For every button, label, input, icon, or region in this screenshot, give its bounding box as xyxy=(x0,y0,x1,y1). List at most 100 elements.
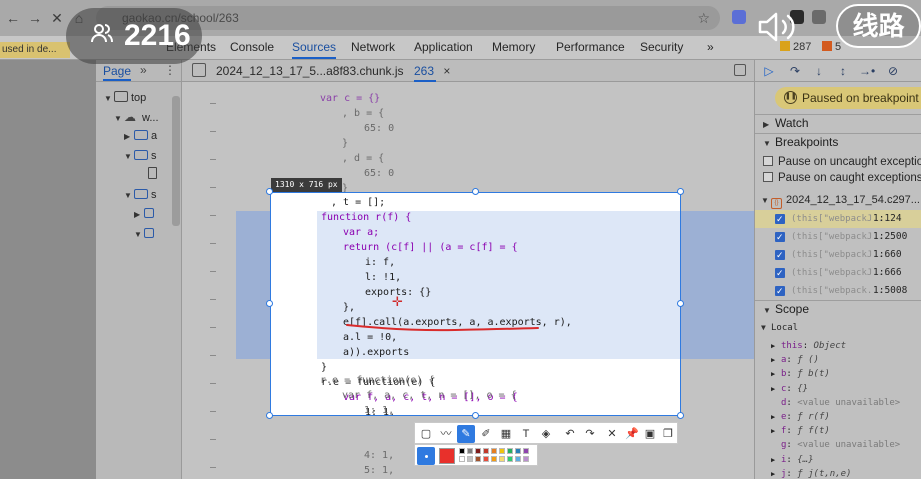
breakpoint-row[interactable]: (this["webpackJ...1:660 xyxy=(755,246,921,264)
editor-tab-chunk[interactable]: 2024_12_13_17_5...a8f83.chunk.js xyxy=(216,64,404,78)
resize-handle[interactable] xyxy=(266,412,273,419)
color-swatch[interactable] xyxy=(499,448,505,454)
extension-icon[interactable] xyxy=(732,10,746,24)
undo-icon[interactable]: ↶ xyxy=(561,425,579,443)
tab-console[interactable]: Console xyxy=(230,40,274,54)
breakpoint-checkbox[interactable] xyxy=(775,264,785,282)
tree-item-file[interactable] xyxy=(148,167,157,183)
scope-variable[interactable]: ▶ c: {} xyxy=(771,382,808,396)
color-swatch[interactable] xyxy=(483,456,489,462)
scope-variable[interactable]: ▶ f: ƒ f(t) xyxy=(771,424,830,438)
speaker-icon[interactable] xyxy=(756,10,804,44)
pin-icon[interactable]: 📌 xyxy=(623,425,641,443)
color-swatch[interactable] xyxy=(507,456,513,462)
toggle-debugger-icon[interactable] xyxy=(734,64,746,76)
save-icon[interactable]: ▣ xyxy=(641,425,659,443)
breakpoint-checkbox[interactable] xyxy=(775,210,785,228)
breakpoint-row[interactable]: (this["webpackJ...1:666 xyxy=(755,264,921,282)
scope-variable[interactable]: ▶ b: ƒ b(t) xyxy=(771,367,830,381)
breakpoint-checkbox[interactable] xyxy=(775,282,785,300)
scope-local-header[interactable]: ▼ Local xyxy=(761,321,798,335)
watch-section-header[interactable]: ▶ Watch xyxy=(755,114,921,132)
resize-handle[interactable] xyxy=(677,188,684,195)
tab-sources[interactable]: Sources xyxy=(292,40,337,59)
breakpoint-row[interactable]: (this["webpack...1:5008 xyxy=(755,282,921,300)
color-swatch[interactable] xyxy=(467,456,473,462)
pause-caught-checkbox[interactable] xyxy=(763,172,773,182)
tree-item-folder[interactable]: ▼ s xyxy=(124,148,157,164)
color-swatch[interactable] xyxy=(499,456,505,462)
tree-item-folder[interactable]: ▶ a xyxy=(124,128,157,144)
breakpoint-checkbox[interactable] xyxy=(775,246,785,264)
error-count[interactable]: 5 xyxy=(822,41,841,53)
scope-variable[interactable]: g: <value unavailable> xyxy=(781,438,900,452)
toggle-navigator-icon[interactable] xyxy=(192,63,206,77)
color-swatch[interactable] xyxy=(483,448,489,454)
step-icon[interactable]: →• xyxy=(859,63,875,79)
color-swatch[interactable] xyxy=(459,456,465,462)
forward-icon[interactable]: → xyxy=(26,9,44,27)
tree-item-subfolder[interactable]: ▶ xyxy=(134,206,157,222)
resize-handle[interactable] xyxy=(266,188,273,195)
rect-select-icon[interactable]: ▢ xyxy=(417,425,435,443)
brush-size-button[interactable] xyxy=(417,447,435,465)
step-out-icon[interactable]: ↕ xyxy=(835,63,851,79)
breakpoint-row[interactable]: (this["webpackJ...1:124 xyxy=(755,210,921,228)
tree-item-origin[interactable]: ▼ ☁ w... xyxy=(114,109,159,125)
collapse-icon[interactable]: ▶ xyxy=(134,207,144,223)
color-swatch[interactable] xyxy=(491,448,497,454)
color-swatch[interactable] xyxy=(475,448,481,454)
breakpoint-row[interactable]: (this["webpackJ...1:2500 xyxy=(755,228,921,246)
bookmark-star-icon[interactable]: ☆ xyxy=(697,10,710,27)
cancel-icon[interactable]: ✕ xyxy=(603,425,621,443)
text-icon[interactable]: T xyxy=(517,425,535,443)
tab-performance[interactable]: Performance xyxy=(556,40,625,54)
close-tab-icon[interactable]: × xyxy=(443,64,450,78)
tab-security[interactable]: Security xyxy=(640,40,683,54)
scope-variable[interactable]: ▶ e: ƒ r(f) xyxy=(771,410,830,424)
resize-handle[interactable] xyxy=(472,188,479,195)
copy-icon[interactable]: ❐ xyxy=(659,425,677,443)
editor-tab-263[interactable]: 263 × xyxy=(414,64,450,82)
breakpoint-file-group[interactable]: ▼{} 2024_12_13_17_54.c297... xyxy=(761,194,920,209)
pause-caught-option[interactable]: Pause on caught exceptions xyxy=(763,170,921,186)
close-icon[interactable]: ✕ xyxy=(48,9,66,27)
tree-item-folder[interactable]: ▼ s xyxy=(124,187,157,203)
deactivate-breakpoints-icon[interactable]: ⊘ xyxy=(885,63,901,79)
eraser-icon[interactable]: ◈ xyxy=(537,425,555,443)
tree-item-top[interactable]: ▼ top xyxy=(104,90,146,106)
current-color-swatch[interactable] xyxy=(439,448,455,464)
collapse-icon[interactable]: ▶ xyxy=(124,129,134,145)
expand-icon[interactable]: ▼ xyxy=(114,111,124,127)
expand-icon[interactable]: ▼ xyxy=(104,91,114,107)
color-swatch[interactable] xyxy=(507,448,513,454)
color-swatch[interactable] xyxy=(523,456,529,462)
color-swatch[interactable] xyxy=(459,448,465,454)
more-tabs-icon[interactable]: » xyxy=(707,40,714,54)
expand-icon[interactable]: ▼ xyxy=(124,188,134,204)
back-icon[interactable]: ← xyxy=(4,9,22,27)
tab-network[interactable]: Network xyxy=(351,40,395,54)
navigator-menu-icon[interactable]: ⋮ xyxy=(164,63,176,77)
color-swatch[interactable] xyxy=(515,448,521,454)
extension-icon[interactable] xyxy=(812,10,826,24)
expand-icon[interactable]: ▼ xyxy=(134,227,144,243)
scope-variable[interactable]: ▶ a: ƒ () xyxy=(771,353,819,367)
tab-memory[interactable]: Memory xyxy=(492,40,535,54)
resize-handle[interactable] xyxy=(472,412,479,419)
pause-uncaught-checkbox[interactable] xyxy=(763,156,773,166)
scope-variable[interactable]: ▶ this: Object xyxy=(771,339,846,353)
scope-variable[interactable]: ▶ i: {…} xyxy=(771,453,814,467)
color-swatch[interactable] xyxy=(475,456,481,462)
step-into-icon[interactable]: ↓ xyxy=(811,63,827,79)
resize-handle[interactable] xyxy=(677,412,684,419)
color-swatch[interactable] xyxy=(467,448,473,454)
color-swatch[interactable] xyxy=(515,456,521,462)
color-swatch[interactable] xyxy=(491,456,497,462)
color-swatch[interactable] xyxy=(523,448,529,454)
curve-icon[interactable]: 〰 xyxy=(437,425,455,443)
resize-handle[interactable] xyxy=(677,300,684,307)
tree-item-subfolder[interactable]: ▼ xyxy=(134,226,157,242)
navigator-more-icon[interactable]: » xyxy=(140,63,147,77)
scope-variable[interactable]: ▶ j: ƒ j(t,n,e) xyxy=(771,467,851,479)
